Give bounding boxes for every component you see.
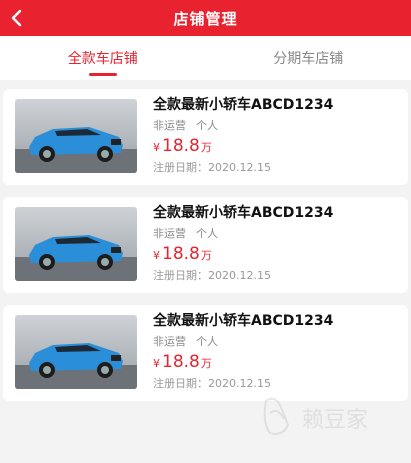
registration-date: 注册日期：2020.12.15 <box>153 377 271 390</box>
listing-title: 全款最新小轿车ABCD1234 <box>153 97 334 113</box>
price-currency: ¥ <box>153 141 160 154</box>
tag-usage: 非运营 <box>153 335 186 348</box>
listing-price: ¥18.8万 <box>153 136 400 158</box>
registration-date: 注册日期：2020.12.15 <box>153 161 271 174</box>
listing-tags: 非运营 个人 <box>153 118 400 133</box>
listing-price: ¥18.8万 <box>153 244 400 266</box>
tab-bar: 全款车店铺 分期车店铺 <box>0 36 411 80</box>
price-unit: 万 <box>200 141 212 154</box>
tag-owner-type: 个人 <box>196 227 218 240</box>
price-currency: ¥ <box>153 357 160 370</box>
listing-list: 全款最新小轿车ABCD1234 非运营 个人 ¥18.8万 注册日期：2020.1… <box>0 80 411 401</box>
header-bar: 店铺管理 <box>0 0 411 36</box>
price-value: 18.8 <box>162 352 200 372</box>
tab-full-payment-store[interactable]: 全款车店铺 <box>0 36 206 80</box>
price-value: 18.8 <box>162 244 200 264</box>
watermark-text: 赖豆家 <box>302 408 368 433</box>
listing-title: 全款最新小轿车ABCD1234 <box>153 313 334 329</box>
listing-card[interactable]: 全款最新小轿车ABCD1234 非运营 个人 ¥18.8万 注册日期：2020.1… <box>3 89 408 185</box>
listing-tags: 非运营 个人 <box>153 334 400 349</box>
listing-tags: 非运营 个人 <box>153 226 400 241</box>
back-button[interactable] <box>4 4 30 32</box>
tag-usage: 非运营 <box>153 227 186 240</box>
price-currency: ¥ <box>153 249 160 262</box>
tag-usage: 非运营 <box>153 119 186 132</box>
car-thumbnail <box>15 207 137 281</box>
page-title: 店铺管理 <box>173 9 238 28</box>
listing-card[interactable]: 全款最新小轿车ABCD1234 非运营 个人 ¥18.8万 注册日期：2020.1… <box>3 197 408 293</box>
registration-date: 注册日期：2020.12.15 <box>153 269 271 282</box>
watermark-logo: 赖豆家 <box>262 393 392 443</box>
tab-label: 全款车店铺 <box>67 51 138 67</box>
car-thumbnail <box>15 315 137 389</box>
tab-label: 分期车店铺 <box>273 51 344 67</box>
listing-card[interactable]: 全款最新小轿车ABCD1234 非运营 个人 ¥18.8万 注册日期：2020.1… <box>3 305 408 401</box>
tab-installment-store[interactable]: 分期车店铺 <box>206 36 411 80</box>
tag-owner-type: 个人 <box>196 335 218 348</box>
price-value: 18.8 <box>162 136 200 156</box>
tag-owner-type: 个人 <box>196 119 218 132</box>
price-unit: 万 <box>200 249 212 262</box>
car-thumbnail <box>15 99 137 173</box>
listing-title: 全款最新小轿车ABCD1234 <box>153 205 334 221</box>
active-tab-indicator <box>88 73 117 76</box>
listing-price: ¥18.8万 <box>153 352 400 374</box>
price-unit: 万 <box>200 357 212 370</box>
chevron-left-icon <box>11 9 22 27</box>
